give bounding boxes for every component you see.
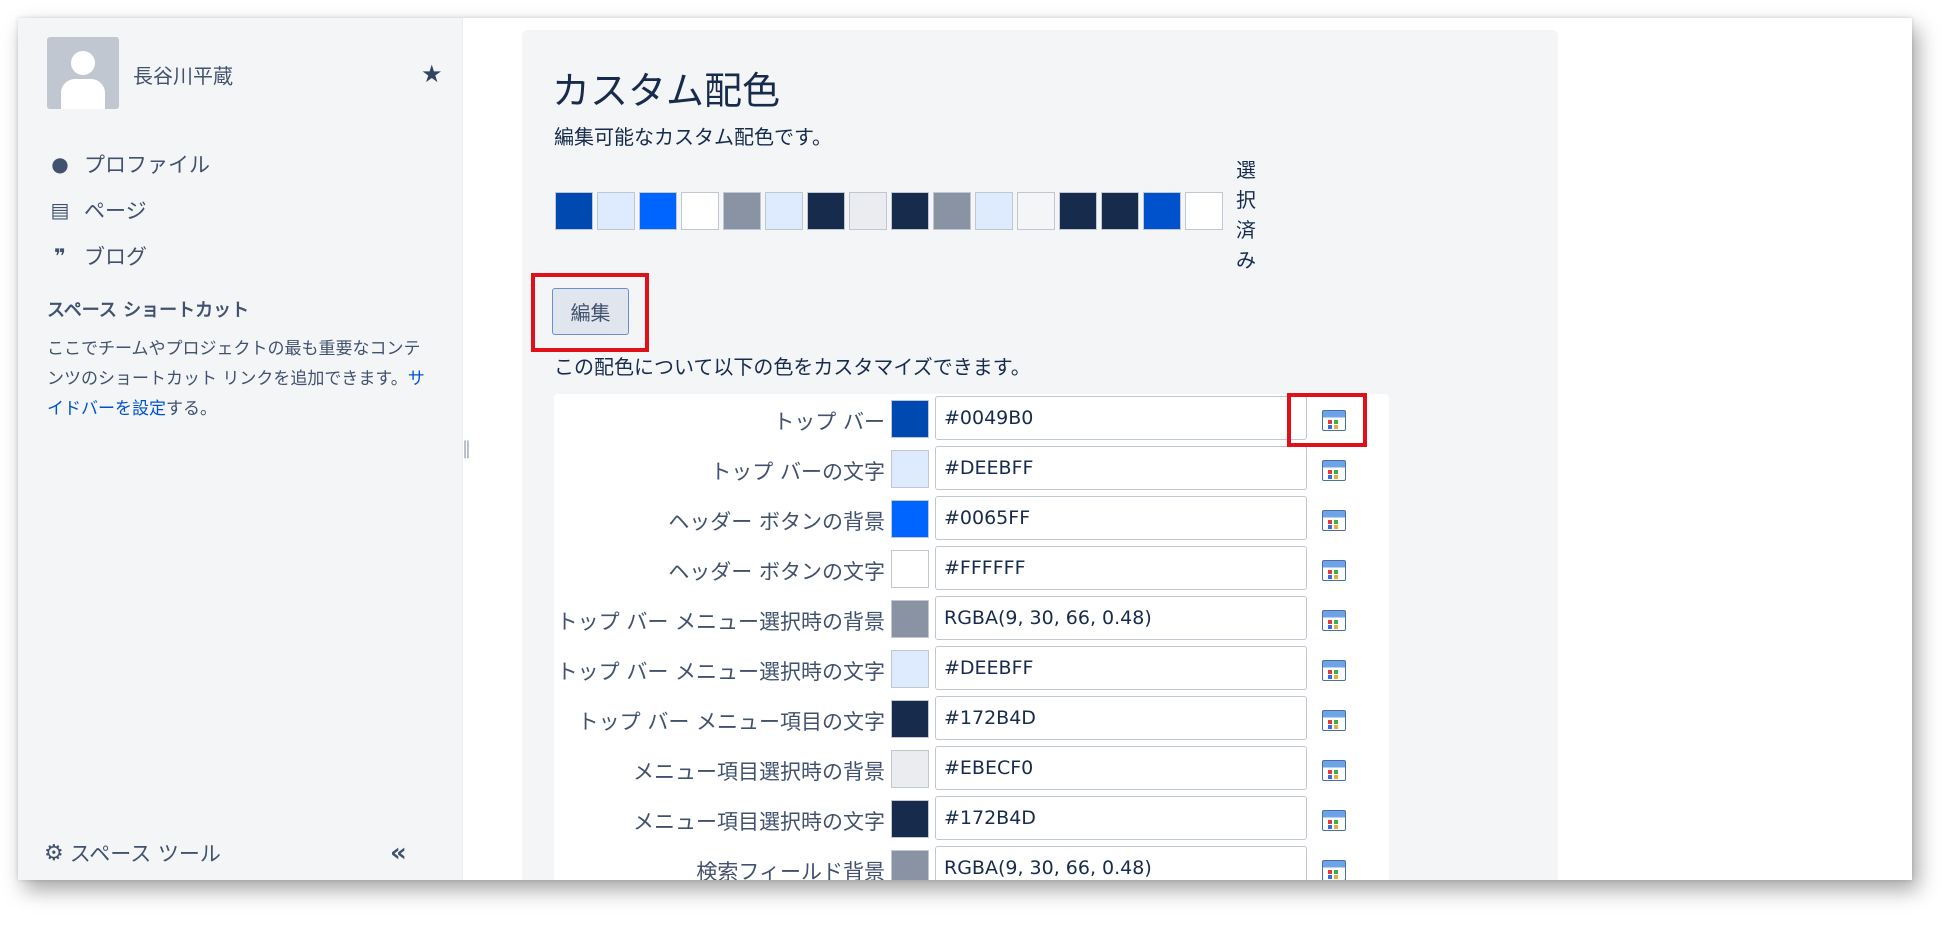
edit-button[interactable]: 編集 [552,288,629,335]
color-swatches [555,192,1227,230]
color-picker-icon[interactable] [1322,710,1346,731]
sidebar: 長谷川平蔵 ★ ● プロファイル ▤ ページ ❞ ブログ スペース ショートカッ… [18,18,463,880]
color-field-row: ヘッダー ボタンの背景 [554,496,1389,540]
user-name[interactable]: 長谷川平蔵 [133,60,233,89]
color-swatch [933,192,971,230]
color-swatch [849,192,887,230]
color-field-row: ヘッダー ボタンの文字 [554,546,1389,590]
color-swatch [765,192,803,230]
gear-icon: ⚙ [44,840,64,866]
color-picker-icon[interactable] [1322,860,1346,880]
color-field-label: トップ バー メニュー項目の文字 [577,710,885,734]
color-value-input[interactable] [935,696,1307,740]
customize-text: この配色について以下の色をカスタマイズできます。 [554,355,1031,379]
color-field-row: トップ バー メニュー選択時の背景 [554,596,1389,640]
color-field-row: トップ バーの文字 [554,446,1389,490]
color-swatch [681,192,719,230]
quote-icon: ❞ [54,244,66,268]
color-field-row: 検索フィールド背景 [554,846,1389,880]
color-preview [891,650,929,688]
color-value-input[interactable] [935,596,1307,640]
color-field-label: ヘッダー ボタンの背景 [668,510,885,534]
space-tools-label: スペース ツール [69,842,221,866]
shortcut-text: ここでチームやプロジェクトの最も重要なコンテンツのショートカット リンクを追加で… [47,339,421,389]
color-swatch [1101,192,1139,230]
color-value-input[interactable] [935,496,1307,540]
color-value-input[interactable] [935,796,1307,840]
resize-handle-icon[interactable]: ‖ [462,438,471,459]
color-picker-icon[interactable] [1322,660,1346,681]
sidebar-item-pages[interactable]: ▤ ページ [48,195,147,225]
highlight-box [1287,393,1367,447]
color-field-row: トップ バー [554,396,1389,440]
color-field-label: メニュー項目選択時の背景 [633,760,885,784]
shortcut-text-end: する。 [166,399,217,419]
color-picker-icon[interactable] [1322,610,1346,631]
color-value-input[interactable] [935,396,1307,440]
color-field-row: メニュー項目選択時の背景 [554,746,1389,790]
color-swatch [639,192,677,230]
collapse-sidebar-icon[interactable]: « [390,838,407,868]
color-field-row: トップ バー メニュー選択時の文字 [554,646,1389,690]
color-picker-icon[interactable] [1322,510,1346,531]
sidebar-item-label: ページ [84,199,147,223]
space-tools-button[interactable]: ⚙ スペース ツール [44,838,221,868]
color-value-input[interactable] [935,546,1307,590]
person-icon: ● [51,152,69,176]
color-field-row: トップ バー メニュー項目の文字 [554,696,1389,740]
sidebar-item-profile[interactable]: ● プロファイル [48,149,210,179]
shortcut-title: スペース ショートカット [47,300,250,321]
color-picker-icon[interactable] [1322,810,1346,831]
color-preview [891,700,929,738]
sidebar-item-label: ブログ [84,245,147,269]
page-icon: ▤ [50,198,70,222]
color-preview [891,500,929,538]
color-preview [891,850,929,880]
color-field-label: ヘッダー ボタンの文字 [668,560,885,584]
color-swatch [807,192,845,230]
color-form: トップ バートップ バーの文字ヘッダー ボタンの背景ヘッダー ボタンの文字トップ… [554,394,1389,880]
avatar[interactable] [47,37,119,109]
color-field-label: トップ バー [773,410,885,434]
color-swatch [555,192,593,230]
color-value-input[interactable] [935,446,1307,490]
color-preview [891,450,929,488]
sidebar-item-label: プロファイル [84,153,210,177]
page-title: カスタム配色 [552,69,781,113]
selected-label: 選択済み [1236,158,1256,272]
color-field-label: メニュー項目選択時の文字 [633,810,885,834]
color-swatch [891,192,929,230]
color-field-label: 検索フィールド背景 [696,860,885,880]
star-icon[interactable]: ★ [421,60,443,88]
color-field-label: トップ バー メニュー選択時の背景 [556,610,885,634]
color-swatch [1059,192,1097,230]
color-value-input[interactable] [935,846,1307,880]
color-preview [891,400,929,438]
sidebar-item-blog[interactable]: ❞ ブログ [48,241,147,271]
color-picker-icon[interactable] [1322,560,1346,581]
color-value-input[interactable] [935,746,1307,790]
color-swatch [1017,192,1055,230]
color-picker-icon[interactable] [1322,760,1346,781]
color-swatch [723,192,761,230]
color-preview [891,550,929,588]
color-picker-icon[interactable] [1322,460,1346,481]
color-swatch [975,192,1013,230]
color-swatch [1185,192,1223,230]
color-preview [891,800,929,838]
app-window: 長谷川平蔵 ★ ● プロファイル ▤ ページ ❞ ブログ スペース ショートカッ… [18,18,1912,880]
color-preview [891,750,929,788]
shortcut-description: ここでチームやプロジェクトの最も重要なコンテンツのショートカット リンクを追加で… [47,334,437,424]
color-field-label: トップ バー メニュー選択時の文字 [556,660,885,684]
scheme-description: 編集可能なカスタム配色です。 [554,125,832,149]
color-swatch [1143,192,1181,230]
color-value-input[interactable] [935,646,1307,690]
color-field-label: トップ バーの文字 [710,460,885,484]
color-swatch [597,192,635,230]
color-preview [891,600,929,638]
color-field-row: メニュー項目選択時の文字 [554,796,1389,840]
